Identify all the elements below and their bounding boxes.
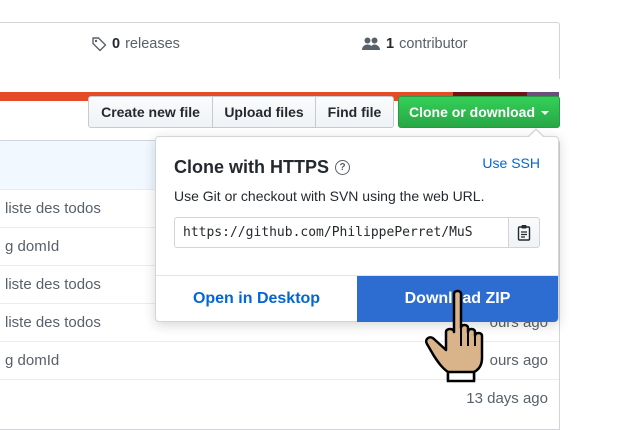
clone-description: Use Git or checkout with SVN using the w… [174, 188, 485, 204]
open-in-desktop-button[interactable]: Open in Desktop [156, 276, 357, 322]
clone-title-text: Clone with HTTPS [174, 157, 329, 177]
clone-url-input[interactable]: https://github.com/PhilippePerret/MuS [174, 217, 509, 248]
find-file-button[interactable]: Find file [315, 96, 394, 128]
clone-or-download-button[interactable]: Clone or download [398, 96, 560, 128]
create-new-file-button[interactable]: Create new file [88, 96, 213, 128]
commit-message[interactable]: g domId [5, 238, 59, 255]
caret-down-icon [541, 110, 549, 115]
clone-url-group: https://github.com/PhilippePerret/MuS [174, 217, 540, 248]
contributors-link[interactable]: 1 contributor [361, 36, 468, 52]
releases-link[interactable]: 0 releases [91, 36, 180, 52]
use-ssh-link[interactable]: Use SSH [482, 155, 540, 171]
commit-message[interactable]: liste des todos [5, 314, 101, 331]
clone-title: Clone with HTTPS ? [174, 157, 350, 178]
commit-age: ours ago [489, 352, 548, 369]
contributors-count: 1 [386, 36, 395, 52]
file-actions-group: Create new file Upload files Find file [88, 96, 394, 128]
commit-message[interactable]: liste des todos [5, 276, 101, 293]
commit-age: 13 days ago [466, 390, 548, 407]
clipboard-icon [517, 225, 530, 241]
commit-message[interactable]: liste des todos [5, 200, 101, 217]
releases-label: releases [125, 36, 180, 52]
dropdown-caret-fill [529, 130, 543, 137]
contributors-label: contributor [399, 36, 468, 52]
releases-count: 0 [112, 36, 121, 52]
clone-dropdown: Clone with HTTPS ? Use SSH Use Git or ch… [155, 128, 559, 322]
clone-actions: Open in Desktop Download ZIP [156, 275, 558, 322]
question-icon[interactable]: ? [335, 160, 350, 175]
hand-pointer-icon [425, 289, 484, 383]
people-icon [362, 37, 380, 50]
commit-message[interactable]: g domId [5, 352, 59, 369]
file-row[interactable]: 13 days ago [0, 379, 559, 417]
numbers-summary: 0 releases 1 contributor [0, 22, 560, 101]
clone-or-download-label: Clone or download [409, 104, 535, 120]
copy-to-clipboard-button[interactable] [508, 217, 540, 248]
upload-files-button[interactable]: Upload files [212, 96, 316, 128]
tag-icon [92, 37, 107, 52]
